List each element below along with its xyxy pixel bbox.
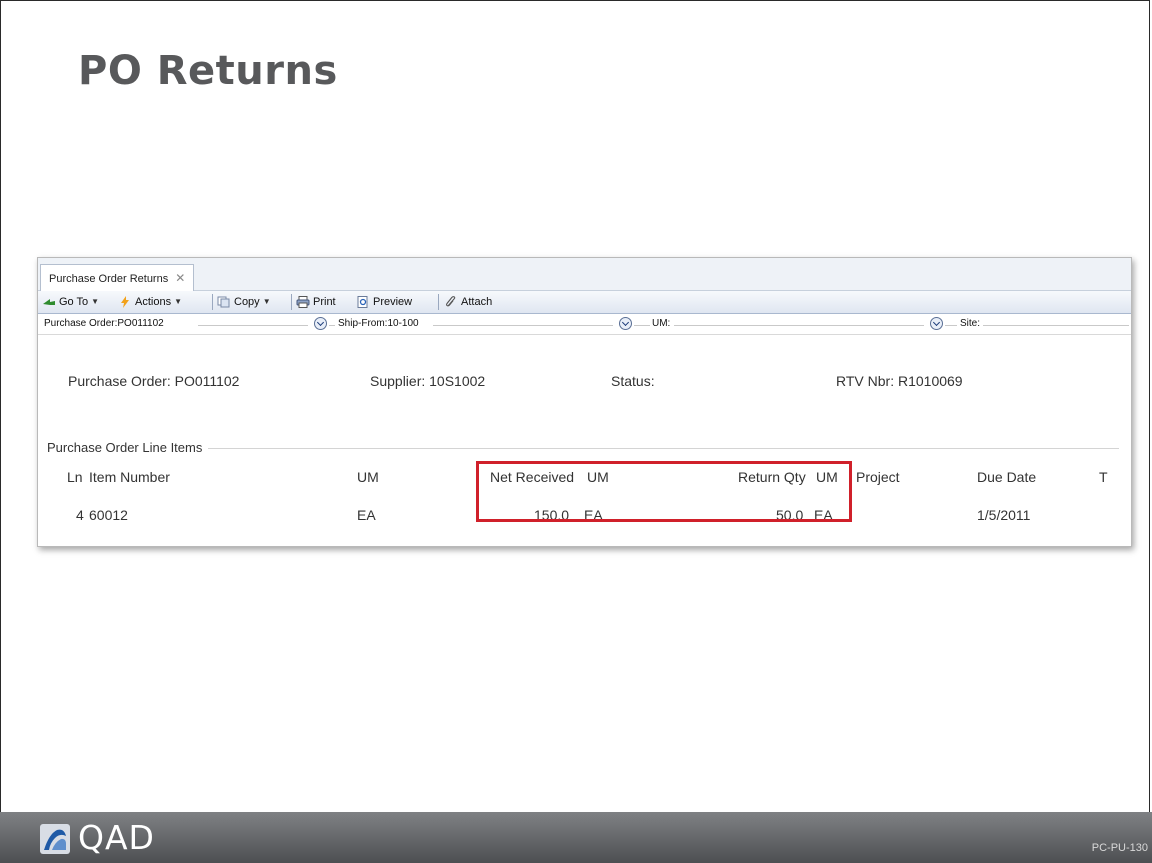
cell-um: EA xyxy=(357,507,376,523)
goto-button[interactable]: Go To ▼ xyxy=(42,294,99,310)
attach-button[interactable]: Attach xyxy=(444,294,492,310)
chevron-down-icon[interactable] xyxy=(619,317,632,330)
attach-label: Attach xyxy=(461,296,493,308)
supplier-label: Supplier: 10S1002 xyxy=(370,373,486,389)
cell-due-date: 1/5/2011 xyxy=(977,507,1031,523)
cell-item-number: 60012 xyxy=(89,507,128,523)
col-header-um[interactable]: UM xyxy=(357,469,379,485)
tab-label: Purchase Order Returns xyxy=(49,273,169,285)
purchase-order-label: Purchase Order: PO011102 xyxy=(68,373,240,389)
toolbar: Go To ▼ Actions ▼ Copy ▼ Print Preview A… xyxy=(38,291,1131,314)
goto-arrow-icon xyxy=(43,299,55,305)
chevron-down-icon[interactable] xyxy=(930,317,943,330)
ship-from-filter[interactable]: Ship-From:10-100 xyxy=(338,318,419,329)
goto-label: Go To xyxy=(59,296,89,308)
app-window: Purchase Order Returns ✕ Go To ▼ Actions… xyxy=(37,257,1132,547)
preview-icon xyxy=(357,296,368,308)
filter-divider xyxy=(983,325,1129,326)
tab-strip: Purchase Order Returns ✕ xyxy=(38,258,1131,291)
print-label: Print xyxy=(313,296,336,308)
filter-divider xyxy=(198,325,308,326)
toolbar-separator xyxy=(291,294,292,310)
footer-bar xyxy=(0,812,1152,863)
filter-divider xyxy=(634,325,650,326)
chevron-down-icon: ▼ xyxy=(91,297,100,306)
chevron-down-icon: ▼ xyxy=(174,297,182,306)
filter-divider xyxy=(329,325,335,326)
status-label: Status: xyxy=(611,373,655,389)
chevron-down-icon[interactable] xyxy=(314,317,327,330)
col-header-project[interactable]: Project xyxy=(856,469,900,485)
chevron-down-icon: ▼ xyxy=(262,297,271,306)
filter-divider xyxy=(945,325,957,326)
close-icon[interactable]: ✕ xyxy=(175,271,185,285)
paperclip-icon xyxy=(446,296,456,307)
section-title: Purchase Order Line Items xyxy=(47,440,209,455)
qad-logo-text: QAD xyxy=(78,818,155,857)
filter-divider xyxy=(433,325,613,326)
printer-icon xyxy=(296,296,310,308)
actions-button[interactable]: Actions ▼ xyxy=(118,294,182,310)
rtv-number-label: RTV Nbr: R1010069 xyxy=(836,373,963,389)
preview-button[interactable]: Preview xyxy=(356,294,412,310)
slide-title: PO Returns xyxy=(78,48,338,94)
filter-divider xyxy=(674,325,924,326)
col-header-t[interactable]: T xyxy=(1099,469,1108,485)
preview-label: Preview xyxy=(373,296,413,308)
copy-icon xyxy=(217,296,230,308)
um-filter[interactable]: UM: xyxy=(652,318,670,329)
purchase-order-filter[interactable]: Purchase Order:PO011102 xyxy=(44,318,164,329)
qad-logo-icon xyxy=(40,824,70,854)
copy-button[interactable]: Copy ▼ xyxy=(217,294,271,310)
actions-label: Actions xyxy=(135,296,172,308)
print-button[interactable]: Print xyxy=(296,294,336,310)
site-filter[interactable]: Site: xyxy=(960,318,980,329)
cell-ln: 4 xyxy=(76,507,84,523)
col-header-due-date[interactable]: Due Date xyxy=(977,469,1036,485)
col-header-item-number[interactable]: Item Number xyxy=(89,469,170,485)
tab-purchase-order-returns[interactable]: Purchase Order Returns ✕ xyxy=(40,264,195,291)
copy-label: Copy xyxy=(234,296,260,308)
filter-row: Purchase Order:PO011102 Ship-From:10-100… xyxy=(38,314,1131,335)
toolbar-separator xyxy=(438,294,439,310)
lightning-icon xyxy=(121,296,129,308)
toolbar-separator xyxy=(212,294,213,310)
slide-code: PC-PU-130 xyxy=(1091,842,1148,854)
highlight-box xyxy=(476,461,852,522)
col-header-ln[interactable]: Ln xyxy=(67,469,83,485)
